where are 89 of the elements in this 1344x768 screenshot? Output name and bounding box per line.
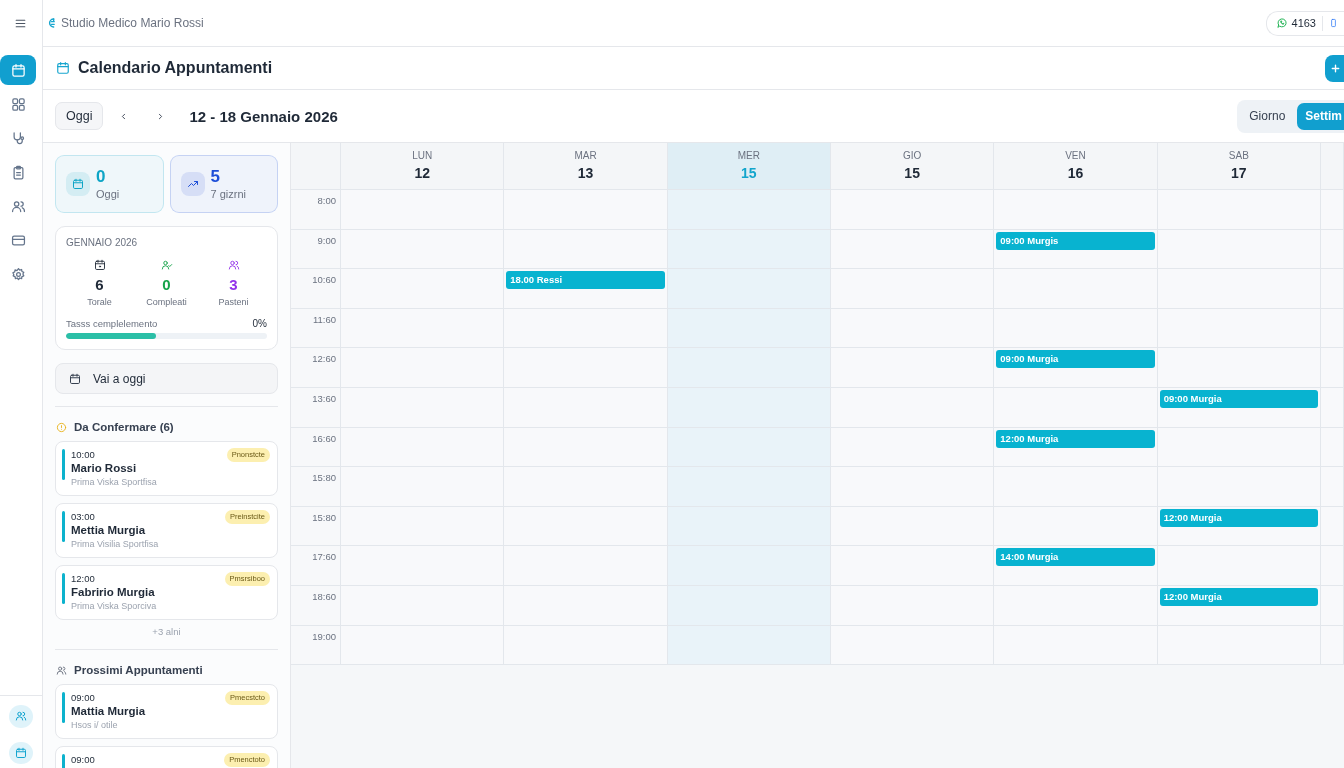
patient-name: Fabririo Murgia (71, 585, 156, 600)
message-count: 4163 (1291, 17, 1316, 29)
user-check-icon (160, 259, 173, 271)
grid-icon (10, 96, 26, 112)
appointment-time: 09:00 (71, 753, 95, 766)
time-label: 8:00 (291, 190, 341, 230)
visit-type: Prima Viska Sporciva (71, 600, 157, 612)
users-icon (10, 198, 26, 214)
time-label: 13:60 (291, 387, 341, 428)
time-label: 16:60 (291, 427, 341, 468)
progress-label: Tasss cemplelemento (66, 318, 158, 330)
stat-label: 7 gizrni (210, 187, 246, 201)
weekday-label: SAB (1228, 150, 1249, 162)
visit-type: Prima Visilia Sportfisa (71, 538, 159, 550)
users-icon[interactable] (8, 705, 33, 728)
weekday-label: VEN (1065, 150, 1086, 162)
section-title: Da Confermare (6) (74, 421, 174, 433)
weekday-label: MER (737, 150, 760, 162)
nav-button[interactable] (0, 55, 36, 85)
stat-label: Oggi (96, 187, 120, 201)
go-to-today-button[interactable]: Vai a oggi (55, 363, 278, 394)
alert-icon (56, 421, 67, 433)
whatsapp-icon[interactable] (1275, 17, 1288, 29)
stat-value: 3 (229, 276, 238, 294)
calendar-icon (93, 259, 106, 271)
day-number: 12 (414, 164, 430, 182)
day-header[interactable]: MER 15 (667, 143, 831, 190)
appointment-time: 12:00 (71, 572, 96, 585)
patient-name: Mettia Murgia (71, 523, 147, 538)
weekday-label: GIO (902, 150, 922, 162)
day-number: 13 (577, 164, 594, 182)
app-title: Studio Medico Mario Rossi (61, 16, 204, 30)
stat-value: 0 (96, 167, 107, 187)
appointment-time: 03:00 (71, 510, 96, 523)
time-label: 15:80 (291, 506, 341, 547)
day-number: 16 (1067, 164, 1084, 182)
time-label: 11:60 (291, 308, 341, 349)
calendar-icon[interactable] (8, 741, 33, 765)
day-number: 17 (1231, 164, 1247, 182)
day-header[interactable]: GIO 15 (831, 143, 995, 190)
view-tab[interactable]: Giorno (1241, 102, 1294, 130)
time-label: 15:80 (291, 467, 341, 507)
credit-card-icon (10, 232, 26, 248)
visit-type: Hsos i/ otile (71, 719, 119, 731)
day-number: 15 (741, 164, 757, 182)
stethoscope-icon (10, 130, 26, 146)
users-icon (227, 259, 240, 271)
section-title: Prossimi Appuntamenti (74, 664, 203, 676)
menu-icon[interactable] (14, 17, 27, 30)
today-button[interactable]: Oggi (55, 102, 104, 130)
progress-reading: 0% (252, 318, 267, 330)
users-icon (56, 664, 67, 676)
appointment-time: 10:00 (71, 448, 96, 461)
time-label: 19:00 (291, 625, 341, 666)
time-label: 18:60 (291, 585, 341, 626)
stat-value: 6 (95, 276, 104, 294)
clipboard-icon (10, 164, 26, 180)
stat-label: Torale (87, 297, 112, 308)
page-title: Calendario Appuntamenti (78, 59, 273, 77)
calendar-icon (56, 61, 70, 75)
gear-icon (10, 266, 26, 282)
calendar-icon (10, 62, 26, 78)
patient-name: Mattia Murgia (71, 704, 146, 719)
weekday-label: LUN (412, 150, 433, 162)
stat-value: 5 (210, 167, 221, 187)
day-header[interactable]: LUN 12 (341, 143, 505, 190)
appointment-time: 09:00 (71, 691, 96, 704)
day-header[interactable]: MAR 13 (504, 143, 668, 190)
date-range: 12 - 18 Gennaio 2026 (189, 107, 338, 125)
calendar-icon (69, 372, 81, 385)
phone-icon[interactable] (1329, 17, 1338, 29)
patient-name: Mario Rossi (71, 461, 138, 476)
stat-label: Pasteni (218, 297, 249, 308)
stat-label: Compleati (146, 297, 187, 308)
trend-icon (180, 172, 205, 196)
calendar-icon (66, 172, 90, 196)
visit-type: Prima Viska Sportfisa (71, 476, 157, 488)
stat-value: 0 (162, 276, 171, 294)
plus-icon (1330, 62, 1341, 74)
time-label: 9:00 (291, 229, 341, 270)
day-number: 15 (904, 164, 920, 182)
time-label: 17:60 (291, 546, 341, 586)
day-header[interactable]: SAB 17 (1157, 143, 1321, 190)
weekday-label: MAR (574, 150, 597, 162)
month-title: GENNAIO 2026 (66, 237, 139, 249)
time-label: 12:60 (291, 348, 341, 388)
day-header[interactable]: VEN 16 (994, 143, 1158, 190)
add-button[interactable] (1325, 54, 1344, 82)
time-label: 10:60 (291, 269, 341, 309)
